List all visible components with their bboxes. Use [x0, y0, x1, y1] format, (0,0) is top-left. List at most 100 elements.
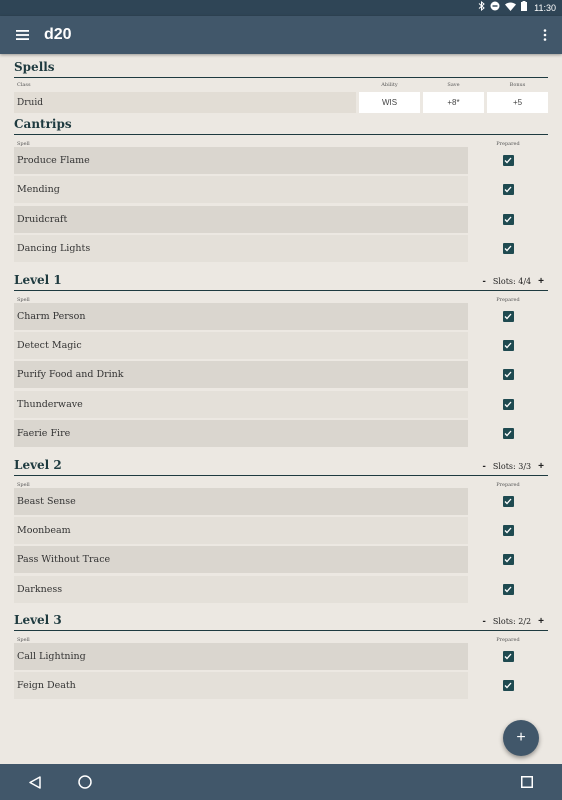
add-spell-button[interactable]: + — [503, 720, 539, 756]
wifi-icon — [505, 0, 517, 16]
prepared-cell — [468, 213, 548, 225]
section-title: Level 2 — [14, 457, 62, 472]
spell-row: Call Lightning — [14, 643, 548, 671]
prepared-checkbox[interactable] — [502, 554, 514, 566]
spell-row: Faerie Fire — [14, 420, 548, 448]
class-name[interactable]: Druid — [14, 92, 356, 113]
back-icon[interactable] — [15, 764, 55, 800]
prepared-checkbox[interactable] — [502, 428, 514, 440]
spell-name[interactable]: Charm Person — [14, 302, 468, 330]
spell-name[interactable]: Beast Sense — [14, 487, 468, 515]
prepared-checkbox[interactable] — [502, 339, 514, 351]
slot-increment-button[interactable]: + — [538, 461, 544, 472]
prepared-checkbox[interactable] — [502, 213, 514, 225]
prepared-checkbox[interactable] — [502, 310, 514, 322]
prepared-cell — [468, 398, 548, 410]
spell-section: Level 1 - Slots: 4/4 + Spell Prepared Cha… — [14, 265, 548, 448]
prepared-cell — [468, 495, 548, 507]
spell-row: Charm Person — [14, 302, 548, 330]
spell-section: Level 2 - Slots: 3/3 + Spell Prepared Bea… — [14, 450, 548, 603]
prepared-checkbox[interactable] — [502, 243, 514, 255]
do-not-disturb-icon — [490, 0, 500, 16]
bonus-value[interactable]: +5 — [487, 92, 548, 113]
slot-decrement-button[interactable]: - — [483, 276, 486, 287]
prepared-checkbox[interactable] — [502, 651, 514, 663]
spell-name[interactable]: Dancing Lights — [14, 235, 468, 263]
prepared-cell — [468, 651, 548, 663]
prepared-cell — [468, 554, 548, 566]
prepared-cell — [468, 428, 548, 440]
spell-name[interactable]: Mending — [14, 176, 468, 204]
spell-name[interactable]: Detect Magic — [14, 331, 468, 359]
spell-row: Beast Sense — [14, 487, 548, 515]
class-row: Druid WIS +8* +5 — [14, 92, 548, 113]
spell-name[interactable]: Feign Death — [14, 672, 468, 700]
prepared-checkbox[interactable] — [502, 398, 514, 410]
prepared-cell — [468, 339, 548, 351]
spell-name[interactable]: Produce Flame — [14, 147, 468, 174]
spellbook-content[interactable]: Spells Class Ability Save Bonus Druid WI… — [14, 56, 548, 764]
class-labels: Class Ability Save Bonus — [14, 78, 548, 92]
spell-row: Produce Flame — [14, 147, 548, 174]
slot-increment-button[interactable]: + — [538, 276, 544, 287]
menu-icon[interactable] — [0, 16, 44, 54]
column-labels: Spell Prepared — [14, 631, 548, 643]
prepared-checkbox[interactable] — [502, 495, 514, 507]
spell-row: Mending — [14, 176, 548, 204]
slots-control: - Slots: 4/4 + — [483, 276, 548, 287]
slots-count: Slots: 3/3 — [492, 461, 532, 471]
bluetooth-icon — [478, 0, 485, 16]
prepared-checkbox[interactable] — [502, 155, 514, 166]
prepared-checkbox[interactable] — [502, 680, 514, 692]
prepared-checkbox[interactable] — [502, 369, 514, 381]
spell-section: Level 3 - Slots: 2/2 + Spell Prepared Cal… — [14, 605, 548, 700]
spell-name[interactable]: Druidcraft — [14, 205, 468, 233]
spell-name[interactable]: Moonbeam — [14, 516, 468, 544]
section-header: Level 1 - Slots: 4/4 + — [14, 269, 548, 291]
prepared-checkbox[interactable] — [502, 524, 514, 536]
spell-name[interactable]: Purify Food and Drink — [14, 361, 468, 389]
more-vert-icon[interactable] — [528, 16, 562, 54]
slots-control: - Slots: 2/2 + — [483, 616, 548, 627]
prepared-column-label: Prepared — [496, 296, 520, 303]
prepared-column-label: Prepared — [496, 637, 520, 644]
prepared-checkbox[interactable] — [502, 583, 514, 595]
slot-decrement-button[interactable]: - — [483, 616, 486, 627]
recents-icon[interactable] — [507, 764, 547, 800]
spell-name[interactable]: Darkness — [14, 575, 468, 603]
spells-heading: Spells — [14, 56, 548, 78]
add-icon: + — [516, 729, 526, 746]
spell-name[interactable]: Call Lightning — [14, 643, 468, 671]
home-icon[interactable] — [65, 764, 105, 800]
section-title: Level 3 — [14, 613, 62, 628]
app-bar: d20 — [0, 16, 562, 54]
spell-name[interactable]: Faerie Fire — [14, 420, 468, 448]
save-value[interactable]: +8* — [423, 92, 484, 113]
save-label: Save — [447, 82, 460, 88]
prepared-cell — [468, 243, 548, 255]
prepared-checkbox[interactable] — [502, 184, 514, 196]
section-header: Level 2 - Slots: 3/3 + — [14, 454, 548, 476]
status-bar: 11:30 — [0, 0, 562, 16]
column-labels: Spell Prepared — [14, 291, 548, 303]
spell-row: Darkness — [14, 575, 548, 603]
spell-name[interactable]: Thunderwave — [14, 390, 468, 418]
ability-value[interactable]: WIS — [359, 92, 420, 113]
spell-row: Detect Magic — [14, 331, 548, 359]
ability-label: Ability — [381, 82, 398, 88]
slots-control: - Slots: 3/3 + — [483, 461, 548, 472]
spell-section: Cantrips Spell Prepared Produce Flame Mend… — [14, 113, 548, 263]
prepared-cell — [468, 369, 548, 381]
prepared-cell — [468, 184, 548, 196]
prepared-column-label: Prepared — [496, 481, 520, 488]
prepared-cell — [468, 680, 548, 692]
column-labels: Spell Prepared — [14, 476, 548, 488]
section-title: Cantrips — [14, 117, 72, 131]
prepared-column-label: Prepared — [496, 141, 520, 147]
nav-bar — [0, 764, 562, 800]
bonus-label: Bonus — [509, 82, 526, 88]
slot-decrement-button[interactable]: - — [483, 461, 486, 472]
slot-increment-button[interactable]: + — [538, 616, 544, 627]
spell-name[interactable]: Pass Without Trace — [14, 546, 468, 574]
prepared-cell — [468, 524, 548, 536]
